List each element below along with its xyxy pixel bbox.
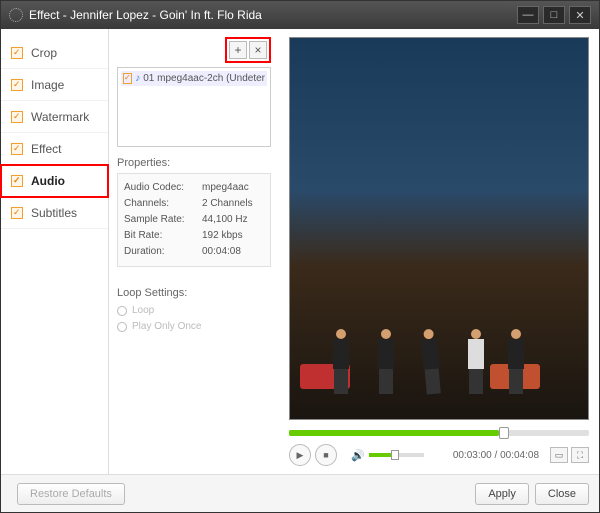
sidebar-item-label: Image bbox=[31, 78, 64, 92]
volume-slider[interactable] bbox=[369, 453, 424, 457]
file-row[interactable]: ♪ 01 mpeg4aac-2ch (Undeter bbox=[121, 71, 267, 86]
file-name: 01 mpeg4aac-2ch (Undeter bbox=[143, 73, 265, 84]
checkbox-icon bbox=[11, 47, 23, 59]
app-icon bbox=[9, 8, 23, 22]
preview-panel: ▶ ■ 🔊 00:03:00 / 00:04:08 ▭ ⛶ bbox=[279, 29, 599, 474]
prop-key: Bit Rate: bbox=[124, 228, 202, 244]
prop-val: mpeg4aac bbox=[202, 180, 249, 196]
sidebar-item-subtitles[interactable]: Subtitles bbox=[1, 197, 108, 229]
fullscreen-button[interactable]: ⛶ bbox=[571, 447, 589, 463]
sidebar-item-label: Subtitles bbox=[31, 206, 77, 220]
apply-button[interactable]: Apply bbox=[475, 483, 529, 505]
close-button[interactable]: Close bbox=[535, 483, 589, 505]
close-window-button[interactable]: ✕ bbox=[569, 6, 591, 24]
radio-label: Loop bbox=[132, 303, 154, 319]
volume-icon[interactable]: 🔊 bbox=[351, 449, 365, 462]
add-file-button[interactable]: + bbox=[229, 41, 247, 59]
sidebar-item-watermark[interactable]: Watermark bbox=[1, 101, 108, 133]
window-title: Effect - Jennifer Lopez - Goin' In ft. F… bbox=[29, 8, 262, 22]
radio-icon bbox=[117, 306, 127, 316]
prop-key: Sample Rate: bbox=[124, 212, 202, 228]
restore-defaults-button[interactable]: Restore Defaults bbox=[17, 483, 125, 505]
video-frame bbox=[290, 38, 588, 419]
center-panel: + × ♪ 01 mpeg4aac-2ch (Undeter Propertie… bbox=[109, 29, 279, 474]
play-button[interactable]: ▶ bbox=[289, 444, 311, 466]
checkbox-icon[interactable] bbox=[123, 73, 132, 84]
sidebar-item-label: Effect bbox=[31, 142, 61, 156]
sidebar-item-label: Watermark bbox=[31, 110, 89, 124]
minimize-button[interactable]: — bbox=[517, 6, 539, 24]
seek-bar[interactable] bbox=[289, 430, 589, 436]
radio-label: Play Only Once bbox=[132, 319, 201, 335]
file-list[interactable]: ♪ 01 mpeg4aac-2ch (Undeter bbox=[117, 67, 271, 147]
maximize-button[interactable]: □ bbox=[543, 6, 565, 24]
sidebar-item-label: Crop bbox=[31, 46, 57, 60]
loop-heading: Loop Settings: bbox=[117, 287, 271, 299]
loop-option-once[interactable]: Play Only Once bbox=[117, 319, 271, 335]
sidebar-item-audio[interactable]: Audio bbox=[1, 165, 108, 197]
titlebar: Effect - Jennifer Lopez - Goin' In ft. F… bbox=[1, 1, 599, 29]
properties-heading: Properties: bbox=[117, 157, 271, 169]
snapshot-button[interactable]: ▭ bbox=[550, 447, 568, 463]
prop-val: 2 Channels bbox=[202, 196, 253, 212]
sidebar-item-effect[interactable]: Effect bbox=[1, 133, 108, 165]
prop-val: 192 kbps bbox=[202, 228, 243, 244]
sidebar: Crop Image Watermark Effect Audio Subtit… bbox=[1, 29, 109, 474]
checkbox-icon bbox=[11, 111, 23, 123]
seek-fill bbox=[289, 430, 499, 436]
sidebar-item-image[interactable]: Image bbox=[1, 69, 108, 101]
checkbox-icon bbox=[11, 207, 23, 219]
prop-key: Audio Codec: bbox=[124, 180, 202, 196]
time-display: 00:03:00 / 00:04:08 bbox=[453, 450, 539, 461]
checkbox-icon bbox=[11, 79, 23, 91]
checkbox-icon bbox=[11, 143, 23, 155]
stop-button[interactable]: ■ bbox=[315, 444, 337, 466]
seek-knob[interactable] bbox=[499, 427, 509, 439]
volume-knob[interactable] bbox=[391, 450, 399, 460]
prop-key: Channels: bbox=[124, 196, 202, 212]
radio-icon bbox=[117, 322, 127, 332]
volume-fill bbox=[369, 453, 391, 457]
prop-val: 44,100 Hz bbox=[202, 212, 248, 228]
remove-file-button[interactable]: × bbox=[249, 41, 267, 59]
prop-key: Duration: bbox=[124, 244, 202, 260]
prop-val: 00:04:08 bbox=[202, 244, 241, 260]
file-toolbar: + × bbox=[225, 37, 271, 63]
video-preview[interactable] bbox=[289, 37, 589, 420]
music-note-icon: ♪ bbox=[135, 73, 140, 84]
properties-box: Audio Codec:mpeg4aac Channels:2 Channels… bbox=[117, 173, 271, 267]
checkbox-icon bbox=[11, 175, 23, 187]
sidebar-item-label: Audio bbox=[31, 174, 65, 188]
sidebar-item-crop[interactable]: Crop bbox=[1, 37, 108, 69]
footer: Restore Defaults Apply Close bbox=[1, 474, 599, 512]
loop-option-loop[interactable]: Loop bbox=[117, 303, 271, 319]
